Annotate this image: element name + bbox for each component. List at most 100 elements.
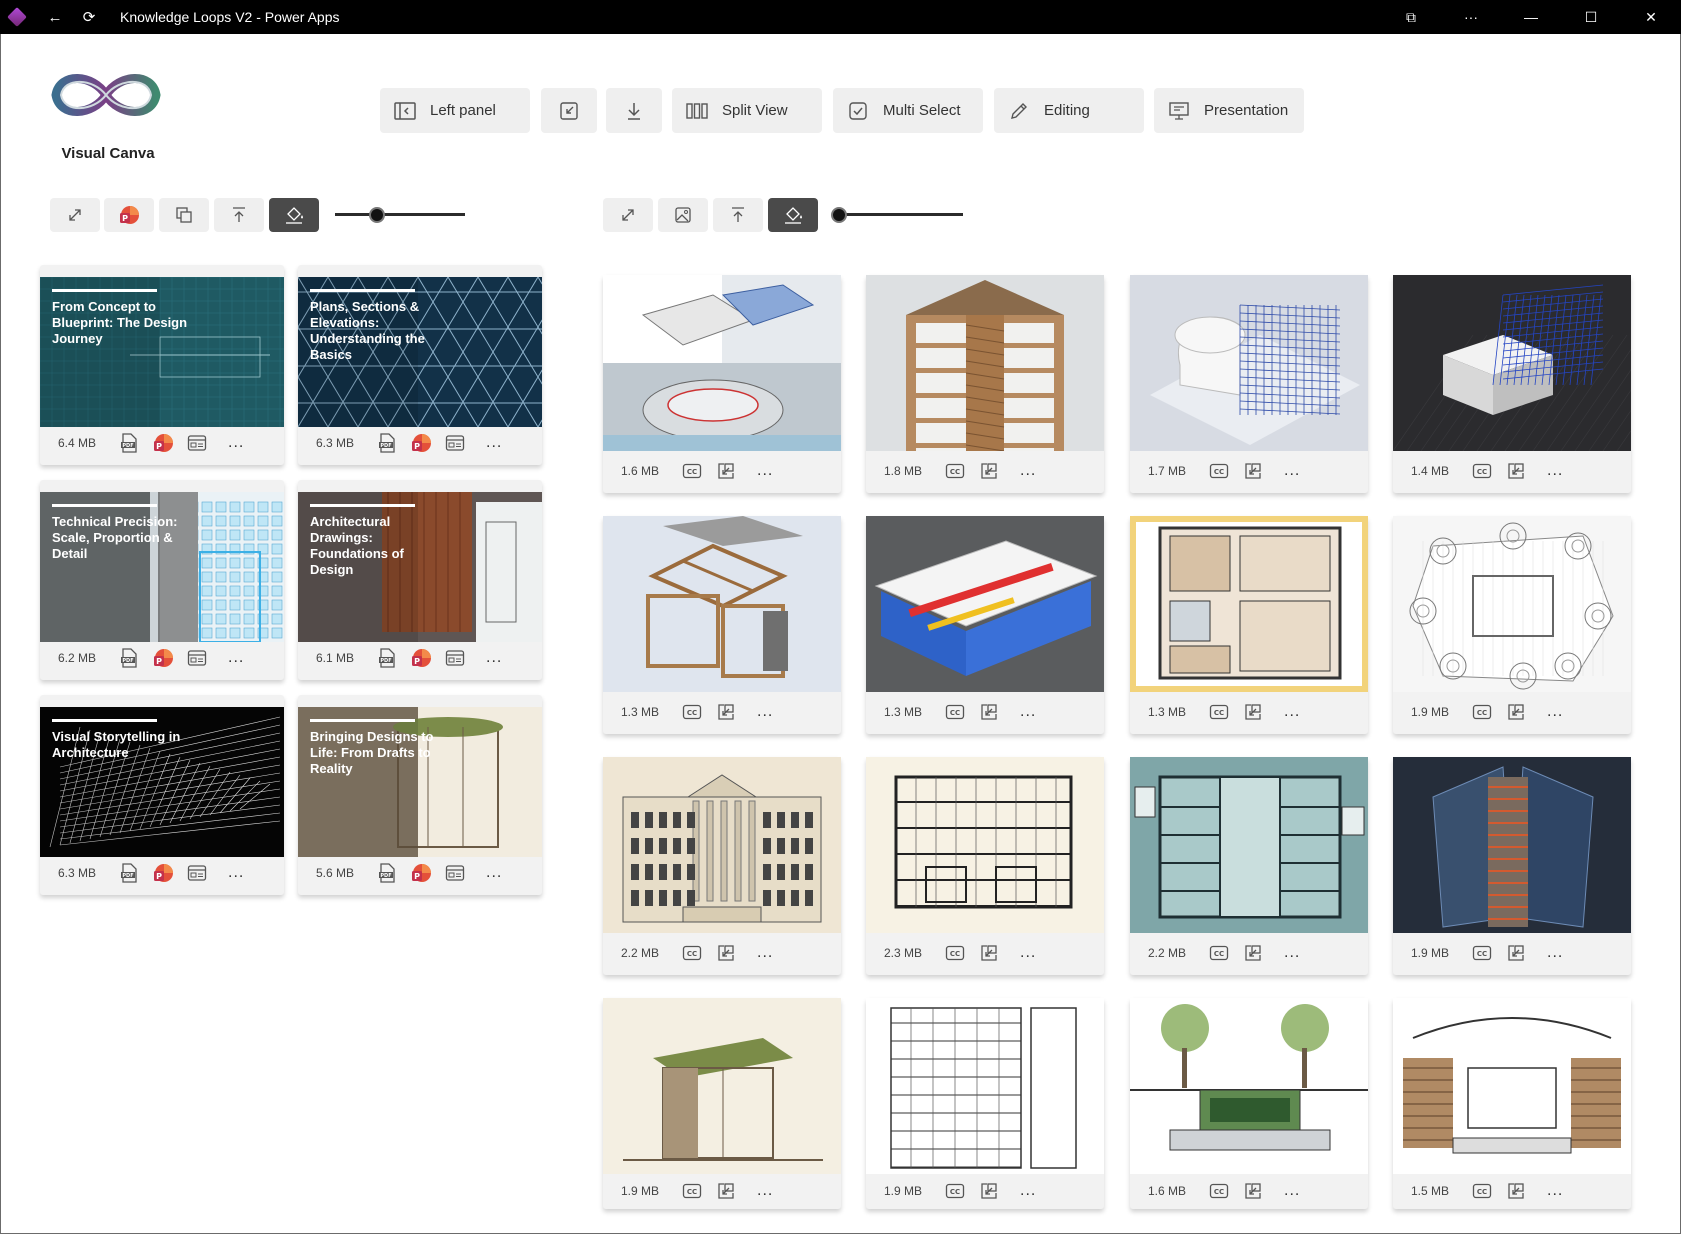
open-in-new-icon[interactable] — [1242, 701, 1264, 723]
open-in-new-icon[interactable] — [1505, 460, 1527, 482]
powerpoint-icon[interactable]: P — [410, 862, 432, 884]
open-in-new-icon[interactable] — [1242, 460, 1264, 482]
right-expand-button[interactable] — [603, 198, 653, 232]
powerpoint-icon[interactable]: P — [410, 432, 432, 454]
image-card[interactable]: 1.6 MB CC ... — [603, 275, 841, 493]
pdf-icon[interactable]: PDF — [118, 432, 140, 454]
refresh-icon[interactable]: ⟳ — [72, 0, 106, 34]
image-thumbnail[interactable] — [866, 275, 1104, 451]
deck-card[interactable]: Technical Precision: Scale, Proportion &… — [40, 480, 284, 680]
closed-caption-icon[interactable]: CC — [1208, 942, 1230, 964]
close-button[interactable]: ✕ — [1621, 0, 1681, 34]
deck-card[interactable]: Bringing Designs to Life: From Drafts to… — [298, 695, 542, 895]
more-button[interactable]: ... — [757, 703, 773, 721]
more-button[interactable]: ... — [1284, 1182, 1300, 1200]
left-fill-button[interactable] — [269, 198, 319, 232]
open-in-new-icon[interactable] — [1505, 942, 1527, 964]
reduce-button[interactable] — [541, 88, 597, 133]
left-slider-knob[interactable] — [369, 207, 385, 223]
slides-icon[interactable] — [444, 647, 466, 669]
open-in-new-icon[interactable] — [1505, 1180, 1527, 1202]
more-button[interactable]: ... — [228, 649, 244, 667]
slides-icon[interactable] — [186, 862, 208, 884]
powerpoint-icon[interactable]: P — [152, 432, 174, 454]
open-in-new-icon[interactable] — [978, 701, 1000, 723]
image-thumbnail[interactable] — [1393, 757, 1631, 933]
left-expand-button[interactable] — [50, 198, 100, 232]
image-thumbnail[interactable] — [603, 516, 841, 692]
image-card[interactable]: 1.9 MB CC ... — [866, 998, 1104, 1209]
deck-thumbnail[interactable]: From Concept to Blueprint: The Design Jo… — [40, 277, 284, 427]
left-powerpoint-button[interactable]: P — [104, 198, 154, 232]
image-card[interactable]: 2.2 MB CC ... — [603, 757, 841, 975]
cast-icon[interactable]: ⧉ — [1381, 0, 1441, 34]
left-upload-button[interactable] — [214, 198, 264, 232]
more-button[interactable]: ... — [486, 434, 502, 452]
slides-icon[interactable] — [444, 432, 466, 454]
open-in-new-icon[interactable] — [1242, 942, 1264, 964]
split-view-button[interactable]: Split View — [672, 88, 822, 133]
pdf-icon[interactable]: PDF — [376, 862, 398, 884]
minimize-button[interactable]: — — [1501, 0, 1561, 34]
left-panel-button[interactable]: Left panel — [380, 88, 530, 133]
deck-card[interactable]: Visual Storytelling in Architecture 6.3 … — [40, 695, 284, 895]
more-options-icon[interactable]: ··· — [1441, 0, 1501, 34]
closed-caption-icon[interactable]: CC — [681, 460, 703, 482]
deck-thumbnail[interactable]: Architectural Drawings: Foundations of D… — [298, 492, 542, 642]
image-card[interactable]: 1.6 MB CC ... — [1130, 998, 1368, 1209]
deck-card[interactable]: Plans, Sections & Elevations: Understand… — [298, 265, 542, 465]
closed-caption-icon[interactable]: CC — [944, 1180, 966, 1202]
deck-thumbnail[interactable]: Bringing Designs to Life: From Drafts to… — [298, 707, 542, 857]
image-card[interactable]: 2.2 MB CC ... — [1130, 757, 1368, 975]
right-upload-button[interactable] — [713, 198, 763, 232]
multi-select-button[interactable]: Multi Select — [833, 88, 983, 133]
powerpoint-icon[interactable]: P — [152, 647, 174, 669]
closed-caption-icon[interactable]: CC — [1471, 460, 1493, 482]
more-button[interactable]: ... — [1284, 944, 1300, 962]
more-button[interactable]: ... — [1020, 1182, 1036, 1200]
image-thumbnail[interactable] — [1393, 275, 1631, 451]
image-card[interactable]: 1.3 MB CC ... — [866, 516, 1104, 734]
image-card[interactable]: 1.9 MB CC ... — [603, 998, 841, 1209]
image-thumbnail[interactable] — [866, 998, 1104, 1174]
closed-caption-icon[interactable]: CC — [681, 701, 703, 723]
deck-card[interactable]: From Concept to Blueprint: The Design Jo… — [40, 265, 284, 465]
image-thumbnail[interactable] — [866, 516, 1104, 692]
open-in-new-icon[interactable] — [978, 942, 1000, 964]
closed-caption-icon[interactable]: CC — [944, 460, 966, 482]
closed-caption-icon[interactable]: CC — [944, 701, 966, 723]
pdf-icon[interactable]: PDF — [118, 862, 140, 884]
more-button[interactable]: ... — [1020, 703, 1036, 721]
more-button[interactable]: ... — [1284, 462, 1300, 480]
closed-caption-icon[interactable]: CC — [1208, 701, 1230, 723]
open-in-new-icon[interactable] — [715, 460, 737, 482]
more-button[interactable]: ... — [1284, 703, 1300, 721]
open-in-new-icon[interactable] — [715, 701, 737, 723]
open-in-new-icon[interactable] — [978, 1180, 1000, 1202]
editing-button[interactable]: Editing — [994, 88, 1144, 133]
more-button[interactable]: ... — [1020, 944, 1036, 962]
image-card[interactable]: 1.5 MB CC ... — [1393, 998, 1631, 1209]
more-button[interactable]: ... — [757, 1182, 773, 1200]
image-card[interactable]: 1.4 MB CC ... — [1393, 275, 1631, 493]
more-button[interactable]: ... — [1547, 462, 1563, 480]
open-in-new-icon[interactable] — [1242, 1180, 1264, 1202]
right-image-button[interactable] — [658, 198, 708, 232]
image-card[interactable]: 1.9 MB CC ... — [1393, 757, 1631, 975]
download-button[interactable] — [606, 88, 662, 133]
right-slider-knob[interactable] — [831, 207, 847, 223]
closed-caption-icon[interactable]: CC — [681, 1180, 703, 1202]
closed-caption-icon[interactable]: CC — [1471, 701, 1493, 723]
right-fill-button[interactable] — [768, 198, 818, 232]
more-button[interactable]: ... — [228, 434, 244, 452]
more-button[interactable]: ... — [486, 864, 502, 882]
image-thumbnail[interactable] — [866, 757, 1104, 933]
more-button[interactable]: ... — [1547, 703, 1563, 721]
image-thumbnail[interactable] — [1130, 757, 1368, 933]
right-zoom-slider[interactable] — [831, 207, 963, 223]
more-button[interactable]: ... — [228, 864, 244, 882]
deck-thumbnail[interactable]: Plans, Sections & Elevations: Understand… — [298, 277, 542, 427]
deck-thumbnail[interactable]: Visual Storytelling in Architecture — [40, 707, 284, 857]
image-thumbnail[interactable] — [1130, 275, 1368, 451]
open-in-new-icon[interactable] — [1505, 701, 1527, 723]
